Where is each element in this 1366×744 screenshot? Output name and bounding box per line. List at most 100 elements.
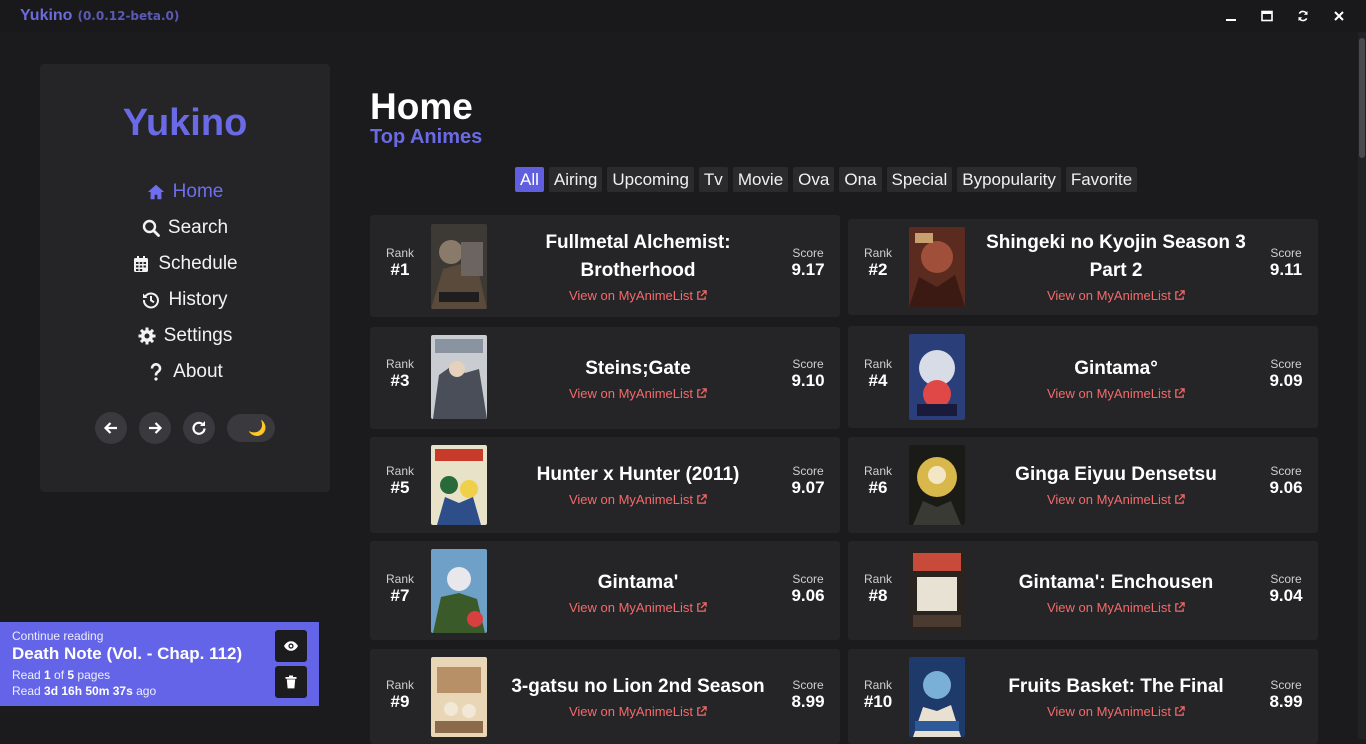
anime-card[interactable]: Rank #5 Hunter x Hunter (2011) View on M… bbox=[370, 437, 840, 533]
rank-label: Rank bbox=[863, 246, 892, 260]
reload-button[interactable] bbox=[1294, 7, 1312, 25]
mal-link[interactable]: View on MyAnimeList bbox=[569, 386, 707, 401]
score-value: 8.99 bbox=[1269, 692, 1303, 711]
score-block: Score 9.04 bbox=[1254, 572, 1318, 606]
sidebar-item-label: About bbox=[173, 361, 223, 382]
filter-favorite[interactable]: Favorite bbox=[1065, 167, 1138, 192]
sidebar-item-about[interactable]: About bbox=[40, 354, 330, 390]
mal-link-label: View on MyAnimeList bbox=[1046, 288, 1172, 303]
score-value: 9.09 bbox=[1269, 371, 1303, 390]
anime-card[interactable]: Rank #1 Fullmetal Alchemist: Brotherhood… bbox=[370, 215, 840, 317]
score-block: Score 9.09 bbox=[1254, 357, 1318, 391]
filter-airing[interactable]: Airing bbox=[548, 167, 603, 192]
close-icon bbox=[1334, 11, 1344, 21]
anime-info: Steins;Gate View on MyAnimeList bbox=[506, 355, 770, 402]
anime-info: Gintama': Enchousen View on MyAnimeList bbox=[984, 569, 1248, 616]
progress-of: of bbox=[50, 668, 68, 682]
filter-special[interactable]: Special bbox=[886, 167, 953, 192]
anime-card[interactable]: Rank #9 3-gatsu no Lion 2nd Season View … bbox=[370, 649, 840, 744]
score-value: 9.10 bbox=[791, 371, 825, 390]
progress-suffix: pages bbox=[74, 668, 111, 682]
rank-block: Rank #1 bbox=[370, 246, 430, 280]
minimize-button[interactable] bbox=[1222, 7, 1240, 25]
anime-title: Gintama': Enchousen bbox=[1018, 572, 1214, 593]
redo-icon bbox=[192, 421, 206, 435]
anime-poster bbox=[431, 445, 487, 525]
score-value: 9.07 bbox=[791, 478, 825, 497]
rank-label: Rank bbox=[385, 678, 414, 692]
filter-ova[interactable]: Ova bbox=[793, 167, 835, 192]
back-button[interactable] bbox=[95, 412, 127, 444]
rank-label: Rank bbox=[385, 464, 414, 478]
anime-title: Shingeki no Kyojin Season 3 Part 2 bbox=[986, 232, 1246, 281]
external-link-icon bbox=[1175, 602, 1185, 612]
continue-reading-label: Continue reading bbox=[12, 629, 104, 643]
mal-link[interactable]: View on MyAnimeList bbox=[569, 704, 707, 719]
filter-movie[interactable]: Movie bbox=[732, 167, 789, 192]
external-link-icon bbox=[1175, 290, 1185, 300]
mal-link[interactable]: View on MyAnimeList bbox=[1047, 386, 1185, 401]
mal-link[interactable]: View on MyAnimeList bbox=[569, 288, 707, 303]
continue-reading-panel: Continue reading Death Note (Vol. - Chap… bbox=[0, 622, 319, 706]
arrow-left-icon bbox=[103, 422, 117, 434]
view-button[interactable] bbox=[275, 630, 307, 662]
anime-card[interactable]: Rank #8 Gintama': Enchousen View on MyAn… bbox=[848, 541, 1318, 640]
window-controls bbox=[1222, 0, 1348, 32]
anime-card[interactable]: Rank #7 Gintama' View on MyAnimeList Sco… bbox=[370, 541, 840, 640]
theme-toggle[interactable]: 🌙 bbox=[227, 414, 275, 442]
rank-label: Rank bbox=[385, 357, 414, 371]
sidebar-brand: Yukino bbox=[122, 102, 248, 144]
filter-all[interactable]: All bbox=[515, 167, 544, 192]
sidebar-item-search[interactable]: Search bbox=[40, 210, 330, 246]
rank-label: Rank bbox=[863, 572, 892, 586]
mal-link[interactable]: View on MyAnimeList bbox=[1047, 600, 1185, 615]
score-value: 8.99 bbox=[791, 692, 825, 711]
sidebar-item-history[interactable]: History bbox=[40, 282, 330, 318]
external-link-icon bbox=[1175, 494, 1185, 504]
rank-value: #10 bbox=[863, 692, 893, 711]
mal-link[interactable]: View on MyAnimeList bbox=[569, 492, 707, 507]
sidebar-item-schedule[interactable]: Schedule bbox=[40, 246, 330, 282]
filter-tv[interactable]: Tv bbox=[698, 167, 728, 192]
anime-card[interactable]: Rank #10 Fruits Basket: The Final View o… bbox=[848, 649, 1318, 744]
mal-link[interactable]: View on MyAnimeList bbox=[1047, 704, 1185, 719]
rank-block: Rank #2 bbox=[848, 246, 908, 280]
mal-link[interactable]: View on MyAnimeList bbox=[569, 600, 707, 615]
sidebar-item-settings[interactable]: Settings bbox=[40, 318, 330, 354]
anime-card[interactable]: Rank #2 Shingeki no Kyojin Season 3 Part… bbox=[848, 219, 1318, 315]
rank-value: #3 bbox=[390, 371, 410, 390]
reload-page-button[interactable] bbox=[183, 412, 215, 444]
scrollbar-thumb[interactable] bbox=[1359, 38, 1365, 158]
arrow-right-icon bbox=[149, 422, 163, 434]
anime-poster bbox=[909, 227, 965, 307]
continue-reading-progress: Read 1 of 5 pages bbox=[12, 668, 110, 682]
score-label: Score bbox=[792, 464, 824, 478]
filter-ona[interactable]: Ona bbox=[839, 167, 882, 192]
rank-block: Rank #7 bbox=[370, 572, 430, 606]
rank-label: Rank bbox=[863, 357, 892, 371]
sidebar-nav: Home Search Schedule History Settings Ab… bbox=[40, 174, 330, 390]
filter-bypopularity[interactable]: Bypopularity bbox=[957, 167, 1061, 192]
moon-icon: 🌙 bbox=[248, 419, 267, 437]
rank-value: #8 bbox=[868, 586, 888, 605]
maximize-button[interactable] bbox=[1258, 7, 1276, 25]
anime-card[interactable]: Rank #3 Steins;Gate View on MyAnimeList … bbox=[370, 327, 840, 429]
sidebar-item-label: Home bbox=[172, 181, 224, 202]
delete-button[interactable] bbox=[275, 666, 307, 698]
rank-value: #6 bbox=[868, 478, 888, 497]
time-suffix: ago bbox=[132, 684, 157, 698]
anime-poster bbox=[909, 445, 965, 525]
filter-upcoming[interactable]: Upcoming bbox=[607, 167, 694, 192]
anime-card[interactable]: Rank #6 Ginga Eiyuu Densetsu View on MyA… bbox=[848, 437, 1318, 533]
rank-value: #9 bbox=[390, 692, 410, 711]
mal-link-label: View on MyAnimeList bbox=[568, 386, 694, 401]
mal-link[interactable]: View on MyAnimeList bbox=[1047, 492, 1185, 507]
sidebar-item-home[interactable]: Home bbox=[40, 174, 330, 210]
forward-button[interactable] bbox=[139, 412, 171, 444]
external-link-icon bbox=[697, 290, 707, 300]
calendar-icon bbox=[134, 256, 149, 272]
anime-card[interactable]: Rank #4 Gintama° View on MyAnimeList Sco… bbox=[848, 326, 1318, 428]
mal-link[interactable]: View on MyAnimeList bbox=[1047, 288, 1185, 303]
page-subtitle: Top Animes bbox=[370, 126, 483, 148]
close-button[interactable] bbox=[1330, 7, 1348, 25]
